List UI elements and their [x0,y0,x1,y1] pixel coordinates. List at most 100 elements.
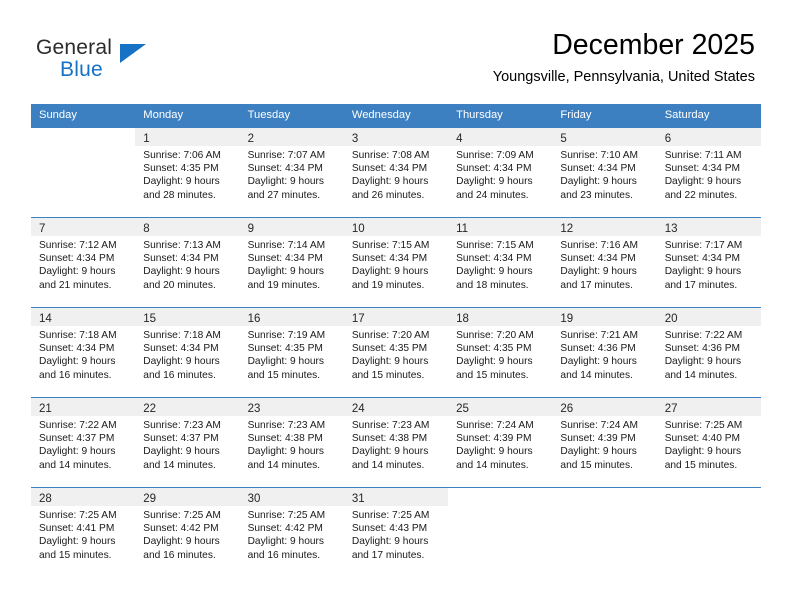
day-number: 23 [247,403,261,415]
calendar-day-cell[interactable]: 24 Sunrise: 7:23 AM Sunset: 4:38 PM Dayli… [343,397,449,488]
day-number-bar: 6 [656,128,761,146]
day-number: 12 [560,223,574,235]
day-number-bar: 2 [239,128,344,146]
day-sun-details: Sunrise: 7:22 AM Sunset: 4:36 PM Dayligh… [664,330,743,381]
weekday-header-wednesday: Wednesday [343,104,449,128]
day-cell-content: 17 Sunrise: 7:20 AM Sunset: 4:35 PM Dayli… [343,308,449,397]
day-cell-content: 5 Sunrise: 7:10 AM Sunset: 4:34 PM Daylig… [552,128,657,217]
day-sun-details: Sunrise: 7:25 AM Sunset: 4:42 PM Dayligh… [143,510,221,561]
calendar-day-cell[interactable]: 4 Sunrise: 7:09 AM Sunset: 4:34 PM Daylig… [448,127,553,218]
calendar-day-cell[interactable]: 29 Sunrise: 7:25 AM Sunset: 4:42 PM Dayli… [135,487,240,577]
calendar-day-cell[interactable]: 10 Sunrise: 7:15 AM Sunset: 4:34 PM Dayli… [343,217,449,308]
calendar-day-cell[interactable]: 15 Sunrise: 7:18 AM Sunset: 4:34 PM Dayli… [135,307,240,398]
calendar-day-cell[interactable]: 28 Sunrise: 7:25 AM Sunset: 4:41 PM Dayli… [31,487,136,577]
day-number: 28 [39,493,52,505]
day-number: 9 [247,223,254,235]
day-number: 31 [351,493,365,505]
calendar-day-cell [656,487,761,577]
page-header: General Blue December 2025 Youngsville, … [0,0,792,104]
day-number-bar: 20 [656,308,761,326]
calendar-week-row: 28 Sunrise: 7:25 AM Sunset: 4:41 PM Dayli… [31,487,761,577]
calendar-day-cell[interactable]: 17 Sunrise: 7:20 AM Sunset: 4:35 PM Dayli… [343,307,449,398]
day-number: 16 [247,313,261,325]
day-cell-content: 15 Sunrise: 7:18 AM Sunset: 4:34 PM Dayli… [135,308,240,397]
day-cell-content: 14 Sunrise: 7:18 AM Sunset: 4:34 PM Dayli… [31,308,136,397]
day-sun-details: Sunrise: 7:25 AM Sunset: 4:40 PM Dayligh… [664,420,743,471]
day-cell-content: 4 Sunrise: 7:09 AM Sunset: 4:34 PM Daylig… [448,128,553,217]
day-cell-content: 13 Sunrise: 7:17 AM Sunset: 4:34 PM Dayli… [656,218,761,307]
calendar-day-cell [552,487,657,577]
calendar-day-cell[interactable]: 31 Sunrise: 7:25 AM Sunset: 4:43 PM Dayli… [343,487,449,577]
sunrise-sunset-calendar: Sunday Monday Tuesday Wednesday Thursday Frid… [31,104,761,577]
calendar-day-cell[interactable]: 5 Sunrise: 7:10 AM Sunset: 4:34 PM Daylig… [552,127,657,218]
calendar-day-cell[interactable]: 25 Sunrise: 7:24 AM Sunset: 4:39 PM Dayli… [448,397,553,488]
day-cell-content: 28 Sunrise: 7:25 AM Sunset: 4:41 PM Dayli… [31,488,136,577]
day-number: 27 [664,403,678,415]
day-number: 24 [351,403,365,415]
day-number-bar: 10 [343,218,449,236]
calendar-day-cell[interactable]: 18 Sunrise: 7:20 AM Sunset: 4:35 PM Dayli… [448,307,553,398]
calendar-day-cell[interactable]: 11 Sunrise: 7:15 AM Sunset: 4:34 PM Dayli… [448,217,553,308]
day-sun-details: Sunrise: 7:07 AM Sunset: 4:34 PM Dayligh… [247,150,326,201]
day-cell-content: 16 Sunrise: 7:19 AM Sunset: 4:35 PM Dayli… [239,308,344,397]
calendar-day-cell[interactable]: 23 Sunrise: 7:23 AM Sunset: 4:38 PM Dayli… [239,397,344,488]
calendar-day-cell[interactable]: 30 Sunrise: 7:25 AM Sunset: 4:42 PM Dayli… [239,487,344,577]
calendar-day-cell[interactable]: 14 Sunrise: 7:18 AM Sunset: 4:34 PM Dayli… [31,307,136,398]
calendar-day-cell[interactable]: 21 Sunrise: 7:22 AM Sunset: 4:37 PM Dayli… [31,397,136,488]
calendar-day-cell[interactable]: 26 Sunrise: 7:24 AM Sunset: 4:39 PM Dayli… [552,397,657,488]
calendar-day-cell[interactable]: 1 Sunrise: 7:06 AM Sunset: 4:35 PM Daylig… [135,127,240,218]
calendar-day-cell[interactable]: 12 Sunrise: 7:16 AM Sunset: 4:34 PM Dayli… [552,217,657,308]
calendar-day-cell[interactable]: 9 Sunrise: 7:14 AM Sunset: 4:34 PM Daylig… [239,217,344,308]
day-sun-details: Sunrise: 7:24 AM Sunset: 4:39 PM Dayligh… [560,420,638,471]
day-cell-content: 12 Sunrise: 7:16 AM Sunset: 4:34 PM Dayli… [552,218,657,307]
day-cell-content: 1 Sunrise: 7:06 AM Sunset: 4:35 PM Daylig… [135,128,240,217]
weekday-header-monday: Monday [135,104,240,128]
day-number: 4 [456,133,463,145]
day-number-bar: 23 [239,398,344,416]
calendar-day-cell[interactable]: 7 Sunrise: 7:12 AM Sunset: 4:34 PM Daylig… [31,217,136,308]
calendar-day-cell[interactable]: 22 Sunrise: 7:23 AM Sunset: 4:37 PM Dayli… [135,397,240,488]
day-sun-details: Sunrise: 7:25 AM Sunset: 4:42 PM Dayligh… [247,510,326,561]
day-cell-content: 6 Sunrise: 7:11 AM Sunset: 4:34 PM Daylig… [656,128,761,217]
calendar-day-cell[interactable]: 8 Sunrise: 7:13 AM Sunset: 4:34 PM Daylig… [135,217,240,308]
day-number-bar: 4 [448,128,553,146]
day-number-bar: 8 [135,218,240,236]
calendar-day-cell[interactable]: 3 Sunrise: 7:08 AM Sunset: 4:34 PM Daylig… [343,127,449,218]
day-cell-content: 21 Sunrise: 7:22 AM Sunset: 4:37 PM Dayli… [31,398,136,487]
day-cell-content: 11 Sunrise: 7:15 AM Sunset: 4:34 PM Dayli… [448,218,553,307]
calendar-day-cell[interactable]: 19 Sunrise: 7:21 AM Sunset: 4:36 PM Dayli… [552,307,657,398]
day-number-bar: 7 [31,218,136,236]
day-number-bar [448,488,552,506]
day-cell-content: 27 Sunrise: 7:25 AM Sunset: 4:40 PM Dayli… [656,398,761,487]
calendar-day-cell[interactable]: 6 Sunrise: 7:11 AM Sunset: 4:34 PM Daylig… [656,127,761,218]
day-sun-details: Sunrise: 7:19 AM Sunset: 4:35 PM Dayligh… [247,330,326,381]
day-sun-details: Sunrise: 7:18 AM Sunset: 4:34 PM Dayligh… [143,330,221,381]
day-number-bar: 22 [135,398,240,416]
day-number: 25 [456,403,469,415]
calendar-day-cell[interactable]: 27 Sunrise: 7:25 AM Sunset: 4:40 PM Dayli… [656,397,761,488]
day-number: 13 [664,223,678,235]
calendar-day-cell[interactable]: 16 Sunrise: 7:19 AM Sunset: 4:35 PM Dayli… [239,307,344,398]
title-block: December 2025 Youngsville, Pennsylvania,… [493,28,755,86]
day-number: 20 [664,313,678,325]
logo-text-general: General [36,36,113,59]
day-cell-content [31,128,135,217]
day-cell-content: 29 Sunrise: 7:25 AM Sunset: 4:42 PM Dayli… [135,488,240,577]
weekday-header-saturday: Saturday [656,104,761,128]
calendar-day-cell[interactable]: 2 Sunrise: 7:07 AM Sunset: 4:34 PM Daylig… [239,127,344,218]
day-cell-content [657,488,761,577]
day-number: 11 [456,223,469,235]
day-sun-details: Sunrise: 7:21 AM Sunset: 4:36 PM Dayligh… [560,330,638,381]
day-cell-content: 9 Sunrise: 7:14 AM Sunset: 4:34 PM Daylig… [239,218,344,307]
day-number: 3 [351,133,359,145]
day-number-bar: 5 [552,128,657,146]
day-number: 19 [560,313,574,325]
calendar-day-cell[interactable]: 20 Sunrise: 7:22 AM Sunset: 4:36 PM Dayli… [656,307,761,398]
calendar-week-row: 14 Sunrise: 7:18 AM Sunset: 4:34 PM Dayli… [31,307,761,398]
calendar-body: 1 Sunrise: 7:06 AM Sunset: 4:35 PM Daylig… [31,127,761,577]
calendar-page: General Blue December 2025 Youngsville, … [0,0,792,612]
day-number-bar [657,488,761,506]
day-number: 5 [560,133,567,145]
page-title: December 2025 [552,29,755,61]
calendar-day-cell[interactable]: 13 Sunrise: 7:17 AM Sunset: 4:34 PM Dayli… [656,217,761,308]
